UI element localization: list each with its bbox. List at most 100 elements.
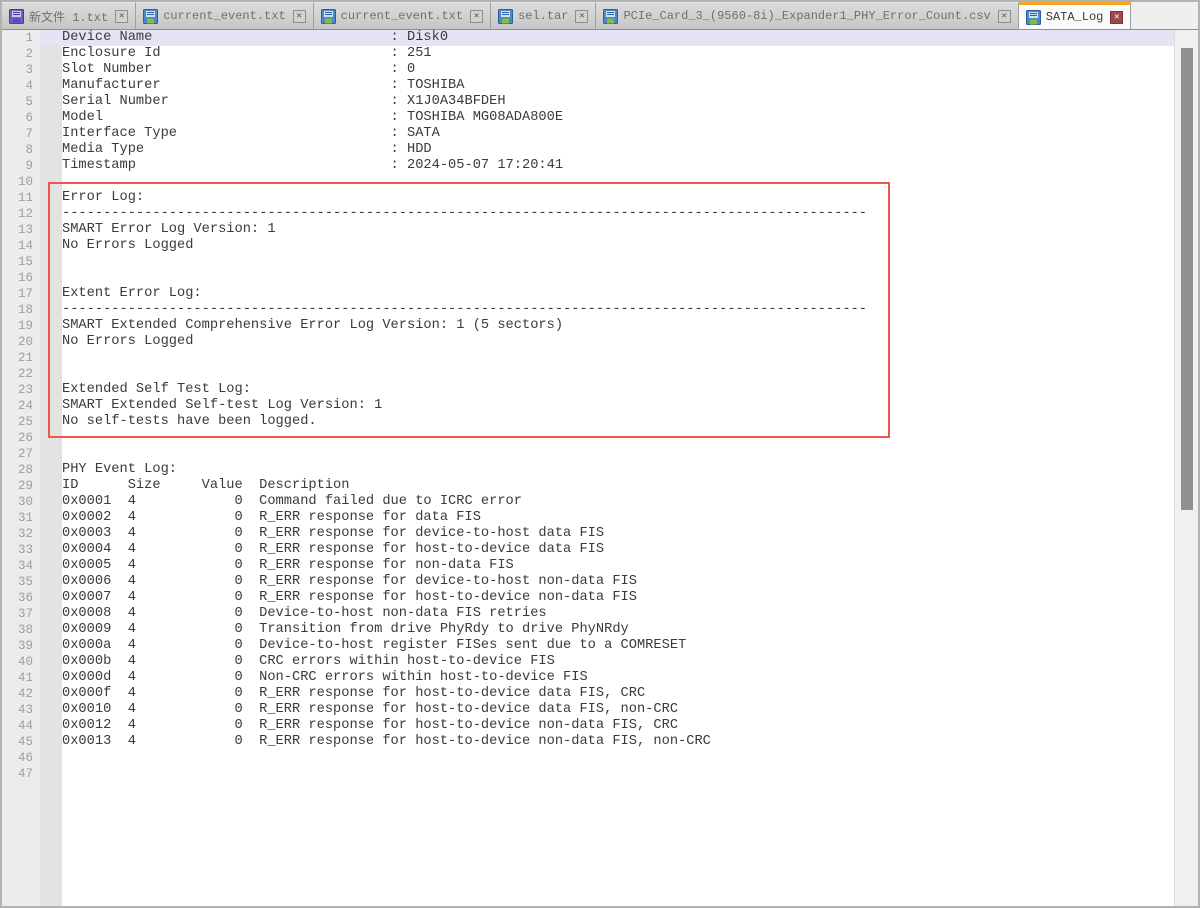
line-number: 23 bbox=[2, 382, 40, 398]
line-number: 12 bbox=[2, 206, 40, 222]
close-icon[interactable]: ✕ bbox=[115, 10, 128, 23]
line-row[interactable]: SMART Error Log Version: 1 bbox=[62, 222, 867, 238]
save-icon bbox=[143, 9, 158, 24]
line-row[interactable]: 0x0002 4 0 R_ERR response for data FIS bbox=[62, 510, 867, 526]
tab-新文件-1-txt[interactable]: 新文件 1.txt ✕ bbox=[2, 2, 136, 29]
line-row[interactable]: ID Size Value Description bbox=[62, 478, 867, 494]
close-icon[interactable]: ✕ bbox=[470, 10, 483, 23]
tab-label: PCIe_Card_3_(9560-8i)_Expander1_PHY_Erro… bbox=[623, 9, 990, 23]
line-numbers: 1234567891011121314151617181920212223242… bbox=[2, 30, 40, 782]
line-row[interactable]: 0x000f 4 0 R_ERR response for host-to-de… bbox=[62, 686, 867, 702]
line-row[interactable]: 0x0005 4 0 R_ERR response for non-data F… bbox=[62, 558, 867, 574]
line-row[interactable] bbox=[62, 750, 867, 766]
line-row[interactable]: Manufacturer : TOSHIBA bbox=[62, 78, 867, 94]
line-row[interactable]: 0x0006 4 0 R_ERR response for device-to-… bbox=[62, 574, 867, 590]
line-number: 4 bbox=[2, 78, 40, 94]
line-number: 31 bbox=[2, 510, 40, 526]
line-row[interactable]: Serial Number : X1J0A34BFDEH bbox=[62, 94, 867, 110]
line-row[interactable] bbox=[62, 254, 867, 270]
tab-current-event-txt[interactable]: current_event.txt✕ bbox=[136, 2, 313, 29]
line-number: 34 bbox=[2, 558, 40, 574]
line-number: 25 bbox=[2, 414, 40, 430]
line-row[interactable]: 0x000a 4 0 Device-to-host register FISes… bbox=[62, 638, 867, 654]
tab-current-event-txt[interactable]: current_event.txt✕ bbox=[314, 2, 491, 29]
tab-label: sel.tar bbox=[518, 9, 568, 23]
line-row[interactable]: Model : TOSHIBA MG08ADA800E bbox=[62, 110, 867, 126]
line-row[interactable] bbox=[62, 430, 867, 446]
line-row[interactable]: 0x0008 4 0 Device-to-host non-data FIS r… bbox=[62, 606, 867, 622]
line-number: 22 bbox=[2, 366, 40, 382]
line-number: 11 bbox=[2, 190, 40, 206]
line-number: 15 bbox=[2, 254, 40, 270]
close-icon[interactable]: ✕ bbox=[998, 10, 1011, 23]
line-number: 7 bbox=[2, 126, 40, 142]
line-row[interactable] bbox=[62, 366, 867, 382]
close-icon[interactable]: ✕ bbox=[1110, 11, 1123, 24]
tab-pcie-card-3-9560-8i-expander1-phy-error-count-csv[interactable]: PCIe_Card_3_(9560-8i)_Expander1_PHY_Erro… bbox=[596, 2, 1018, 29]
scrollbar-thumb[interactable] bbox=[1181, 48, 1193, 510]
line-row[interactable]: Extent Error Log: bbox=[62, 286, 867, 302]
save-icon bbox=[498, 9, 513, 24]
close-icon[interactable]: ✕ bbox=[575, 10, 588, 23]
editor-pane[interactable]: 1234567891011121314151617181920212223242… bbox=[2, 30, 1198, 906]
line-number: 26 bbox=[2, 430, 40, 446]
line-number: 35 bbox=[2, 574, 40, 590]
line-row[interactable] bbox=[62, 270, 867, 286]
line-row[interactable] bbox=[62, 350, 867, 366]
line-number: 36 bbox=[2, 590, 40, 606]
line-row[interactable]: ----------------------------------------… bbox=[62, 206, 867, 222]
line-number: 39 bbox=[2, 638, 40, 654]
save-icon bbox=[1026, 10, 1041, 25]
line-row[interactable]: No Errors Logged bbox=[62, 334, 867, 350]
vertical-scrollbar[interactable] bbox=[1174, 30, 1198, 906]
line-row[interactable]: 0x0003 4 0 R_ERR response for device-to-… bbox=[62, 526, 867, 542]
line-row[interactable]: 0x0012 4 0 R_ERR response for host-to-de… bbox=[62, 718, 867, 734]
line-row[interactable] bbox=[62, 174, 867, 190]
line-number: 9 bbox=[2, 158, 40, 174]
line-row[interactable]: 0x000b 4 0 CRC errors within host-to-dev… bbox=[62, 654, 867, 670]
line-row[interactable]: No self-tests have been logged. bbox=[62, 414, 867, 430]
line-row[interactable]: SMART Extended Self-test Log Version: 1 bbox=[62, 398, 867, 414]
line-row[interactable]: 0x0013 4 0 R_ERR response for host-to-de… bbox=[62, 734, 867, 750]
line-number: 45 bbox=[2, 734, 40, 750]
tab-sata-log[interactable]: SATA_Log ✕ bbox=[1019, 2, 1132, 29]
line-row[interactable]: Timestamp : 2024-05-07 17:20:41 bbox=[62, 158, 867, 174]
line-row[interactable]: 0x0009 4 0 Transition from drive PhyRdy … bbox=[62, 622, 867, 638]
line-number: 1 bbox=[2, 30, 40, 46]
line-row[interactable] bbox=[62, 446, 867, 462]
line-number: 19 bbox=[2, 318, 40, 334]
line-row[interactable]: Device Name : Disk0 bbox=[62, 30, 867, 46]
line-row[interactable]: 0x0010 4 0 R_ERR response for host-to-de… bbox=[62, 702, 867, 718]
text-area[interactable]: Device Name : Disk0Enclosure Id : 251Slo… bbox=[62, 30, 867, 782]
line-number: 21 bbox=[2, 350, 40, 366]
line-row[interactable]: 0x0004 4 0 R_ERR response for host-to-de… bbox=[62, 542, 867, 558]
line-row[interactable]: Interface Type : SATA bbox=[62, 126, 867, 142]
line-number: 20 bbox=[2, 334, 40, 350]
save-icon bbox=[321, 9, 336, 24]
line-row[interactable]: PHY Event Log: bbox=[62, 462, 867, 478]
line-row[interactable]: Media Type : HDD bbox=[62, 142, 867, 158]
line-number: 42 bbox=[2, 686, 40, 702]
close-icon[interactable]: ✕ bbox=[293, 10, 306, 23]
line-row[interactable] bbox=[62, 766, 867, 782]
line-row[interactable]: 0x000d 4 0 Non-CRC errors within host-to… bbox=[62, 670, 867, 686]
line-row[interactable]: SMART Extended Comprehensive Error Log V… bbox=[62, 318, 867, 334]
line-number: 38 bbox=[2, 622, 40, 638]
line-row[interactable]: 0x0001 4 0 Command failed due to ICRC er… bbox=[62, 494, 867, 510]
line-row[interactable]: Enclosure Id : 251 bbox=[62, 46, 867, 62]
line-number: 28 bbox=[2, 462, 40, 478]
line-number: 2 bbox=[2, 46, 40, 62]
save-icon bbox=[603, 9, 618, 24]
line-row[interactable]: Extended Self Test Log: bbox=[62, 382, 867, 398]
tab-sel-tar[interactable]: sel.tar ✕ bbox=[491, 2, 596, 29]
tab-label: 新文件 1.txt bbox=[29, 8, 108, 25]
line-row[interactable]: 0x0007 4 0 R_ERR response for host-to-de… bbox=[62, 590, 867, 606]
line-row[interactable]: ----------------------------------------… bbox=[62, 302, 867, 318]
line-row[interactable]: Error Log: bbox=[62, 190, 867, 206]
line-number: 16 bbox=[2, 270, 40, 286]
line-row[interactable]: Slot Number : 0 bbox=[62, 62, 867, 78]
line-number: 14 bbox=[2, 238, 40, 254]
tab-label: SATA_Log bbox=[1046, 10, 1104, 24]
line-row[interactable]: No Errors Logged bbox=[62, 238, 867, 254]
fold-margin bbox=[40, 30, 62, 906]
